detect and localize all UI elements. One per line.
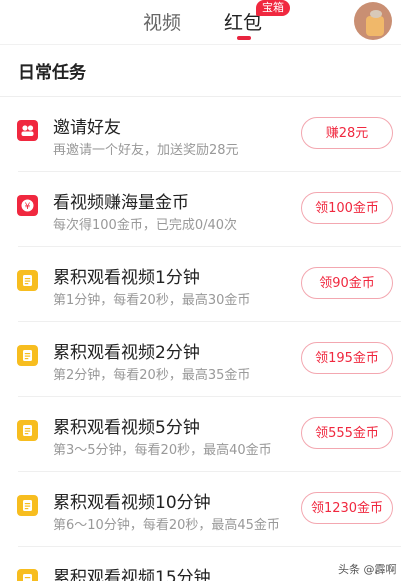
avatar-figure: [366, 16, 384, 36]
avatar-head: [370, 10, 382, 18]
task-subtitle: 第3～5分钟，每看20秒，最高40金币: [53, 443, 272, 458]
task-subtitle: 第1分钟，每看20秒，最高30金币: [53, 293, 251, 308]
document-icon: [17, 345, 38, 366]
tab-video[interactable]: 视频: [143, 8, 181, 35]
task-row-watch-video[interactable]: ¥ 看视频赚海量金币 每次得100金币，已完成0/40次 领100金币: [0, 172, 401, 247]
coin-icon: ¥: [17, 195, 38, 216]
task-subtitle: 第2分钟，每看20秒，最高35金币: [53, 368, 251, 383]
document-icon: [17, 495, 38, 516]
watermark: 头条 @霹啊: [338, 563, 397, 576]
task-row-invite[interactable]: 邀请好友 再邀请一个好友，加送奖励28元 赚28元: [0, 97, 401, 172]
task-subtitle: 第6～10分钟，每看20秒，最高45金币: [53, 518, 280, 533]
top-nav: 视频 红包 宝箱: [0, 0, 401, 44]
task-row-watch-10min[interactable]: 累积观看视频10分钟 第6～10分钟，每看20秒，最高45金币 领1230金币: [0, 472, 401, 547]
task-reward-button[interactable]: 领195金币: [301, 342, 393, 374]
task-title: 累积观看视频10分钟: [53, 493, 211, 513]
avatar[interactable]: [354, 2, 392, 40]
task-title: 累积观看视频15分钟: [53, 568, 211, 581]
document-icon: [17, 270, 38, 291]
task-reward-button[interactable]: 赚28元: [301, 117, 393, 149]
task-title: 邀请好友: [53, 118, 121, 138]
section-title: 日常任务: [18, 63, 86, 83]
task-title: 累积观看视频2分钟: [53, 343, 200, 363]
document-icon: [17, 569, 38, 581]
task-reward-button[interactable]: 领100金币: [301, 192, 393, 224]
task-title: 看视频赚海量金币: [53, 193, 189, 213]
task-row-watch-2min[interactable]: 累积观看视频2分钟 第2分钟，每看20秒，最高35金币 领195金币: [0, 322, 401, 397]
task-title: 累积观看视频1分钟: [53, 268, 200, 288]
task-reward-button[interactable]: 领1230金币: [301, 492, 393, 524]
task-row-watch-5min[interactable]: 累积观看视频5分钟 第3～5分钟，每看20秒，最高40金币 领555金币: [0, 397, 401, 472]
treasure-box-badge[interactable]: 宝箱: [256, 0, 290, 16]
task-subtitle: 每次得100金币，已完成0/40次: [53, 218, 238, 233]
svg-text:¥: ¥: [25, 202, 31, 212]
task-subtitle: 再邀请一个好友，加送奖励28元: [53, 143, 239, 158]
document-icon: [17, 420, 38, 441]
task-reward-button[interactable]: 领555金币: [301, 417, 393, 449]
task-reward-button[interactable]: 领90金币: [301, 267, 393, 299]
invite-icon: [17, 120, 38, 141]
active-tab-indicator: [237, 36, 251, 40]
task-title: 累积观看视频5分钟: [53, 418, 200, 438]
task-row-watch-1min[interactable]: 累积观看视频1分钟 第1分钟，每看20秒，最高30金币 领90金币: [0, 247, 401, 322]
divider: [0, 44, 401, 45]
